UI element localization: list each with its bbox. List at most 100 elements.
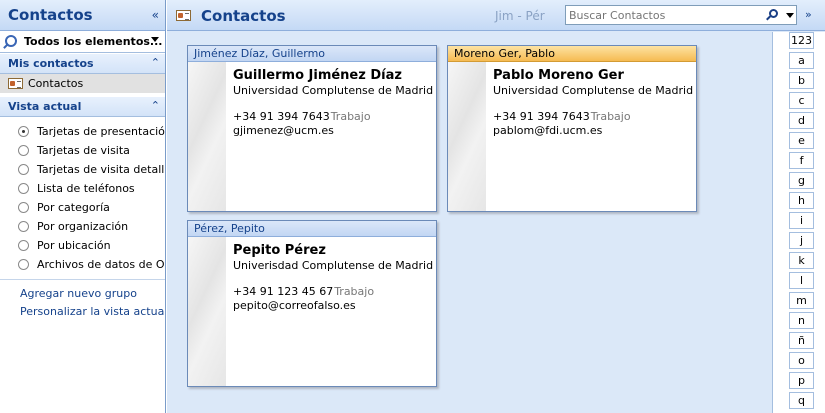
nav-links: Agregar nuevo grupo Personalizar la vist… [0, 285, 165, 321]
alpha-index-button[interactable]: o [789, 352, 814, 369]
contacts-folder-icon [176, 10, 191, 21]
radio-button[interactable] [18, 164, 29, 175]
alpha-index-button[interactable]: l [789, 272, 814, 289]
radio-button[interactable] [18, 145, 29, 156]
alpha-index-button[interactable]: q [789, 392, 814, 409]
view-option[interactable]: Archivos de datos de Outlook [0, 255, 165, 274]
alpha-index-button[interactable]: 123 [789, 32, 814, 49]
view-option-label: Tarjetas de visita [37, 144, 130, 157]
nav-header: Contactos « [0, 0, 165, 31]
card-decoration [448, 62, 486, 211]
search-folder-icon [5, 35, 17, 47]
radio-button[interactable] [18, 126, 29, 137]
alpha-index-button[interactable]: ñ [789, 332, 814, 349]
contact-name: Pablo Moreno Ger [493, 68, 624, 83]
contact-name: Guillermo Jiménez Díaz [233, 68, 402, 83]
view-option-label: Por categoría [37, 201, 110, 214]
search-input[interactable] [569, 8, 759, 22]
alpha-index-button[interactable]: d [789, 112, 814, 129]
search-options-dropdown-icon[interactable] [786, 13, 794, 18]
add-group-link[interactable]: Agregar nuevo grupo [0, 285, 165, 303]
vista-actual-section: Vista actual ⌃ Tarjetas de presentación … [0, 97, 166, 280]
phone-type: Trabajo [330, 110, 371, 123]
view-option[interactable]: Por organización [0, 217, 165, 236]
alpha-index-button[interactable]: m [789, 292, 814, 309]
contact-card[interactable]: Jiménez Díaz, Guillermo Guillermo Jiméne… [187, 45, 437, 212]
view-option[interactable]: Tarjetas de visita detalladas [0, 160, 165, 179]
alpha-index-button[interactable]: e [789, 132, 814, 149]
card-header: Pérez, Pepito [188, 221, 436, 237]
view-option-label: Por ubicación [37, 239, 111, 252]
contact-email: pablom@fdi.ucm.es [493, 124, 603, 137]
card-header: Jiménez Díaz, Guillermo [188, 46, 436, 62]
contact-organization: Universidad Complutense de Madrid [493, 84, 694, 97]
contact-phone-line: +34 91 394 7643Trabajo [233, 110, 371, 123]
view-option-label: Tarjetas de visita detalladas [37, 163, 165, 176]
search-icon[interactable] [769, 9, 778, 18]
chevron-down-icon [151, 37, 159, 42]
contact-phone: +34 91 394 7643 [493, 110, 590, 123]
view-option[interactable]: Tarjetas de visita [0, 141, 165, 160]
view-option[interactable]: Por ubicación [0, 236, 165, 255]
mis-contactos-header[interactable]: Mis contactos ⌃ [0, 54, 165, 74]
collapse-section-icon: ⌃ [150, 99, 160, 112]
collapse-nav-button[interactable]: « [152, 8, 159, 22]
alpha-index-button[interactable]: k [789, 252, 814, 269]
contact-email: pepito@correofalso.es [233, 299, 356, 312]
view-option-label: Lista de teléfonos [37, 182, 135, 195]
phone-type: Trabajo [334, 285, 375, 298]
contacts-view: Contactos Jim - Pér » Jiménez Díaz, Guil… [167, 0, 825, 413]
main-header: Contactos Jim - Pér » [167, 0, 825, 31]
radio-button[interactable] [18, 202, 29, 213]
all-items-dropdown[interactable]: Todos los elementos... [0, 31, 165, 53]
phone-type: Trabajo [590, 110, 631, 123]
contact-card[interactable]: Pérez, Pepito Pepito Pérez Univerisdad C… [187, 220, 437, 387]
contact-organization: Univerisdad Complutense de Madrid [233, 259, 434, 272]
card-decoration [188, 62, 226, 211]
radio-button[interactable] [18, 259, 29, 270]
contact-card-selected[interactable]: Moreno Ger, Pablo Pablo Moreno Ger Unive… [447, 45, 697, 212]
collapse-section-icon: ⌃ [150, 56, 160, 69]
view-option[interactable]: Por categoría [0, 198, 165, 217]
alpha-index-button[interactable]: g [789, 172, 814, 189]
alpha-index-button[interactable]: p [789, 372, 814, 389]
contact-phone: +34 91 123 45 67 [233, 285, 334, 298]
card-header: Moreno Ger, Pablo [448, 46, 696, 62]
view-option[interactable]: Tarjetas de presentación [0, 122, 166, 141]
alpha-index-button[interactable]: b [789, 72, 814, 89]
alpha-index-button[interactable]: f [789, 152, 814, 169]
section-label: Vista actual [8, 100, 82, 113]
view-option-label: Archivos de datos de Outlook [37, 258, 165, 271]
radio-button[interactable] [18, 221, 29, 232]
view-option-label: Tarjetas de presentación [37, 125, 166, 138]
alpha-index-button[interactable]: h [789, 192, 814, 209]
page-title: Contactos [201, 7, 286, 25]
view-option[interactable]: Lista de teléfonos [0, 179, 165, 198]
all-items-label: Todos los elementos... [24, 35, 163, 48]
vista-actual-header[interactable]: Vista actual ⌃ [0, 97, 165, 117]
alpha-index-button[interactable]: c [789, 92, 814, 109]
alpha-index-button[interactable]: a [789, 52, 814, 69]
contact-phone-line: +34 91 394 7643Trabajo [493, 110, 631, 123]
radio-button[interactable] [18, 240, 29, 251]
view-option-label: Por organización [37, 220, 129, 233]
divider [0, 279, 165, 280]
contact-card-icon [8, 78, 23, 89]
contact-organization: Universidad Complutense de Madrid [233, 84, 434, 97]
alpha-index-button[interactable]: i [789, 212, 814, 229]
card-body: Guillermo Jiménez Díaz Universidad Compl… [188, 62, 436, 211]
alpha-index-button[interactable]: j [789, 232, 814, 249]
alpha-index-button[interactable]: n [789, 312, 814, 329]
alphabet-index: 123 a b c d e f g h i j k l m n ñ o p q [772, 32, 825, 413]
card-body: Pablo Moreno Ger Universidad Complutense… [448, 62, 696, 211]
navigation-pane: Contactos « Todos los elementos... Mis c… [0, 0, 166, 413]
contact-phone-line: +34 91 123 45 67Trabajo [233, 285, 374, 298]
folder-item-contactos[interactable]: Contactos [0, 74, 165, 93]
mis-contactos-section: Mis contactos ⌃ Contactos [0, 54, 165, 93]
expand-button[interactable]: » [805, 8, 812, 21]
contact-name: Pepito Pérez [233, 243, 326, 258]
radio-button[interactable] [18, 183, 29, 194]
search-box [565, 5, 797, 25]
customize-view-link[interactable]: Personalizar la vista actual... [0, 303, 165, 321]
card-decoration [188, 237, 226, 386]
